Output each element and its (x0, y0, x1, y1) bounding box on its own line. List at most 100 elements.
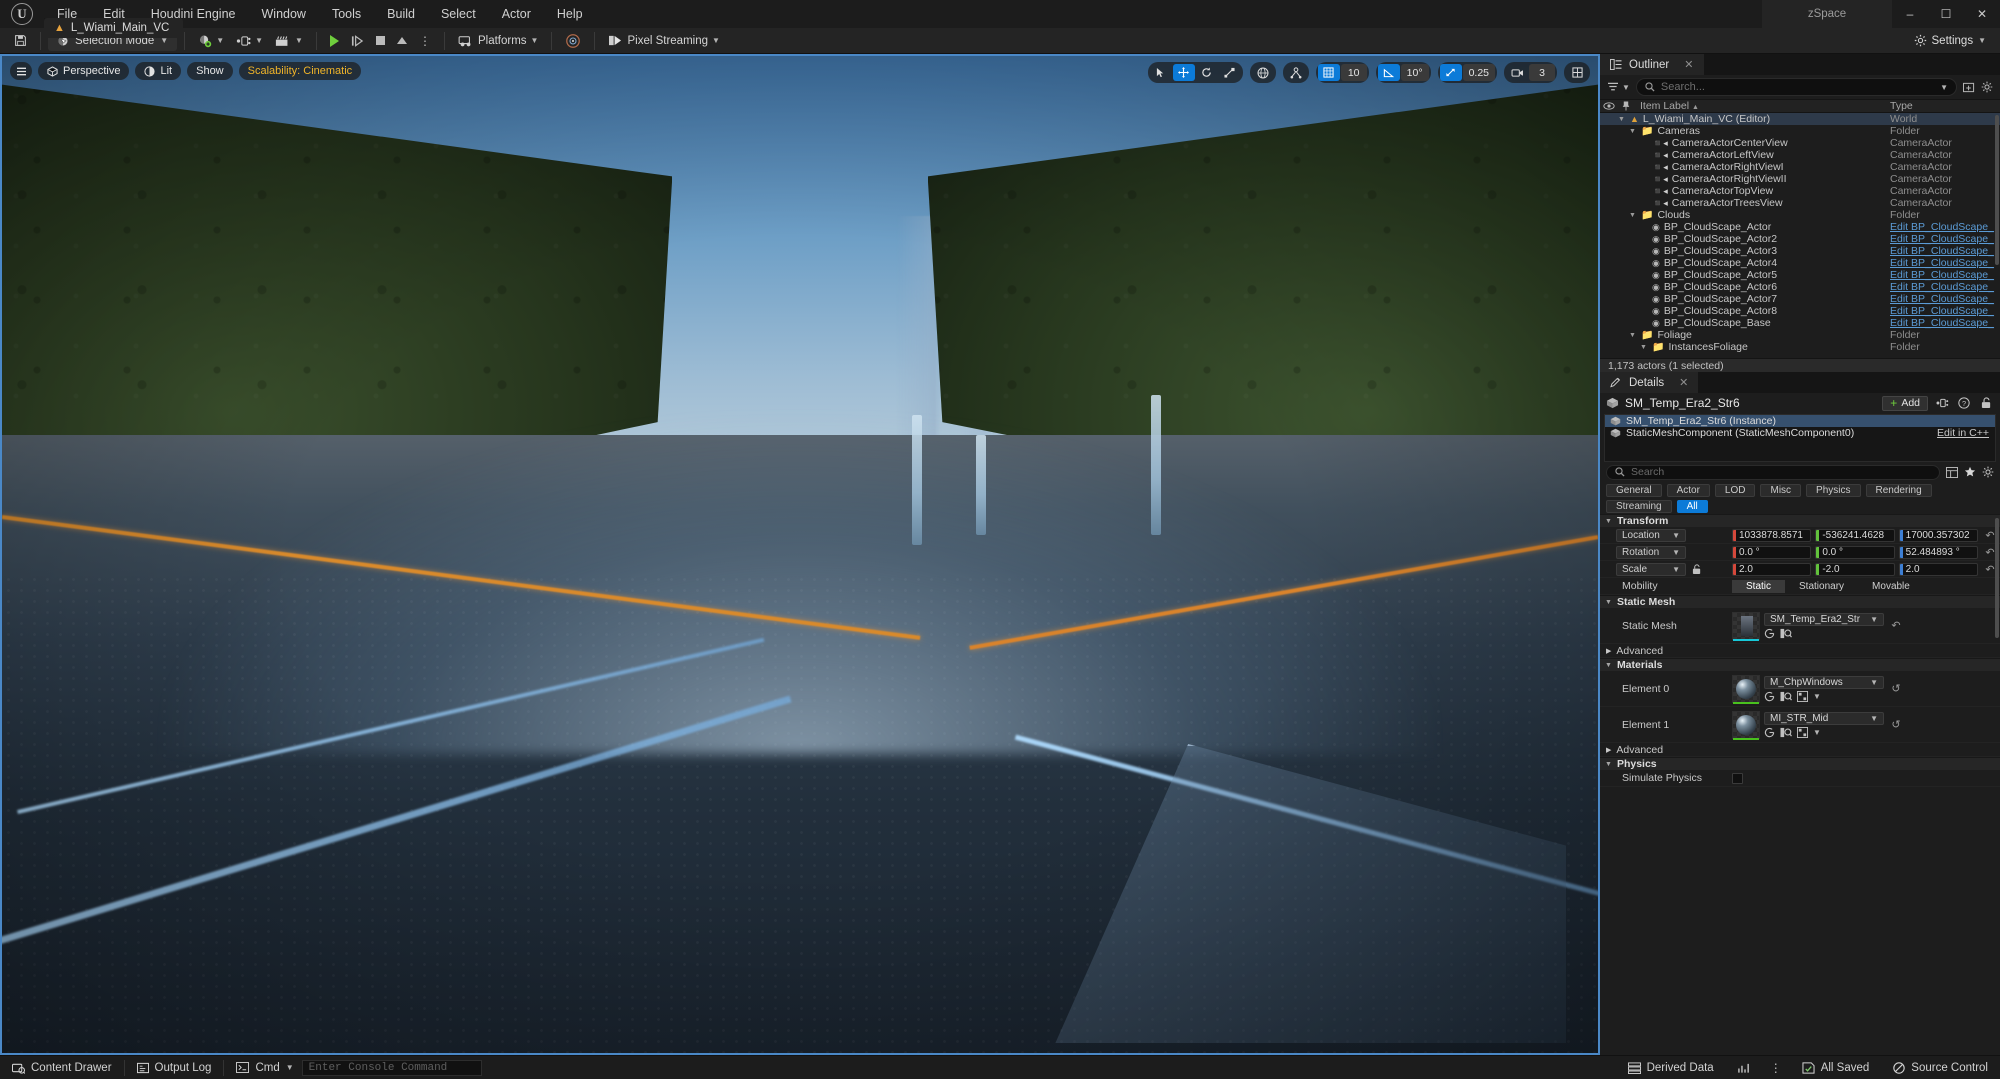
stats-button[interactable] (1726, 1056, 1762, 1079)
cmd-dropdown[interactable]: Cmd ▼ (224, 1056, 297, 1079)
component-list[interactable]: SM_Temp_Era2_Str6 (Instance) StaticMeshCo… (1604, 414, 1996, 462)
material-reset-icon[interactable]: ↺ (1888, 718, 1904, 731)
scale-x-field[interactable]: 2.0 (1732, 562, 1812, 576)
expand-arrow-icon[interactable]: ▼ (1628, 212, 1637, 219)
menu-item-build[interactable]: Build (374, 0, 428, 28)
material-options-icon[interactable] (1797, 690, 1808, 702)
settings-button[interactable]: Settings ▼ (1908, 30, 1992, 51)
filter-chip-rendering[interactable]: Rendering (1865, 484, 1932, 497)
outliner-row-type[interactable]: Edit BP_CloudScape_ (1890, 305, 2000, 317)
use-selected-asset-icon[interactable] (1780, 691, 1792, 702)
level-tab[interactable]: ▲ L_Wiami_Main_VC (44, 18, 184, 38)
expand-arrow-icon[interactable]: ▼ (1639, 164, 1648, 171)
edit-in-cpp-link[interactable]: Edit in C++ (1937, 427, 1989, 439)
section-physics[interactable]: ▼ Physics (1600, 757, 2000, 770)
settings-gear-icon[interactable] (1982, 466, 1994, 478)
column-header-type[interactable]: Type (1890, 100, 2000, 112)
outliner-row[interactable]: ▼ 📁 InstancesFoliage Folder (1600, 341, 2000, 353)
viewport-render[interactable] (2, 56, 1598, 1053)
outliner-row-type[interactable]: Edit BP_CloudScape_ (1890, 245, 2000, 257)
menu-item-actor[interactable]: Actor (489, 0, 544, 28)
menu-item-help[interactable]: Help (544, 0, 596, 28)
expand-arrow-icon[interactable]: ▼ (1628, 332, 1637, 339)
camera-speed-button[interactable] (1506, 64, 1528, 81)
minimize-button[interactable]: – (1892, 0, 1928, 28)
stop-button[interactable] (370, 30, 391, 51)
expand-arrow-icon[interactable]: ▼ (1628, 128, 1637, 135)
section-transform[interactable]: ▼ Transform (1600, 514, 2000, 527)
grid-snap-button[interactable] (1317, 64, 1340, 81)
column-layout-icon[interactable] (1946, 466, 1958, 478)
filter-chip-streaming[interactable]: Streaming (1606, 500, 1672, 513)
outliner-tree[interactable]: ▼ ▲ L_Wiami_Main_VC (Editor) World ▼ 📁 Cameras… (1600, 113, 2000, 358)
scale-dropdown[interactable]: Scale ▼ (1616, 562, 1686, 576)
outliner-filter-button[interactable]: ▼ (1607, 82, 1630, 92)
expand-arrow-icon[interactable]: ▼ (1639, 284, 1648, 291)
outliner-row[interactable]: ▼ ◉BP_CloudScape_Actor8 Edit BP_CloudScape… (1600, 305, 2000, 317)
outliner-row[interactable]: ▼ 📁 Foliage Folder (1600, 329, 2000, 341)
expand-arrow-icon[interactable]: ▼ (1639, 200, 1648, 207)
mobility-static[interactable]: Static (1732, 579, 1786, 593)
expand-arrow-icon[interactable]: ▼ (1639, 260, 1648, 267)
view-perspective-button[interactable]: Perspective (38, 62, 130, 80)
material-thumbnail[interactable] (1732, 674, 1760, 704)
filter-chip-physics[interactable]: Physics (1806, 484, 1861, 497)
component-row[interactable]: StaticMeshComponent (StaticMeshComponent… (1605, 427, 1995, 439)
details-properties[interactable]: ▼ Transform Location ▼ 1033878.8571 -536… (1600, 514, 2000, 1055)
material-thumbnail[interactable] (1732, 710, 1760, 740)
details-scrollbar[interactable] (1995, 518, 1999, 638)
rotate-tool-button[interactable] (1196, 64, 1218, 81)
scale-lock-icon[interactable] (1692, 563, 1702, 575)
location-y-field[interactable]: -536241.4628 (1815, 528, 1895, 542)
outliner-row[interactable]: ▼ ◉BP_CloudScape_Actor7 Edit BP_CloudScape… (1600, 293, 2000, 305)
filter-chip-lod[interactable]: LOD (1714, 484, 1756, 497)
maximize-button[interactable]: ☐ (1928, 0, 1964, 28)
unlocked-icon[interactable] (1978, 396, 1994, 411)
outliner-row[interactable]: ▼ ◉BP_CloudScape_Actor4 Edit BP_CloudScape… (1600, 257, 2000, 269)
material-reset-icon[interactable]: ↺ (1888, 682, 1904, 695)
outliner-row[interactable]: ▼ ◾◂CameraActorTreesView CameraActor (1600, 197, 2000, 209)
scale-snap-value[interactable]: 0.25 (1462, 64, 1495, 81)
outliner-row[interactable]: ▼ ◾◂CameraActorLeftView CameraActor (1600, 149, 2000, 161)
source-control-button[interactable]: Source Control (1881, 1056, 2000, 1079)
status-more-button[interactable]: ⋮ (1762, 1056, 1790, 1079)
scale-tool-button[interactable] (1219, 64, 1241, 81)
cinematics-button[interactable]: ▼ (269, 30, 309, 51)
derived-data-button[interactable]: Derived Data (1616, 1056, 1726, 1079)
mobility-stationary[interactable]: Stationary (1785, 580, 1858, 593)
view-mode-button[interactable]: Lit (135, 62, 182, 80)
grid-snap-value[interactable]: 10 (1340, 64, 1367, 81)
select-tool-button[interactable] (1150, 64, 1172, 81)
close-icon[interactable]: ✕ (1679, 376, 1688, 389)
static-mesh-thumbnail[interactable] (1732, 611, 1760, 641)
add-component-button[interactable]: + Add (1882, 395, 1928, 411)
scale-z-field[interactable]: 2.0 (1898, 562, 1978, 576)
help-icon[interactable]: ? (1956, 396, 1972, 411)
scalability-button[interactable]: Scalability: Cinematic (238, 62, 362, 80)
add-actor-button[interactable]: ▼ (192, 30, 230, 51)
outliner-scrollbar[interactable] (1995, 115, 1999, 265)
browse-to-asset-icon[interactable] (1764, 727, 1775, 738)
outliner-row[interactable]: ▼ ◾◂CameraActorRightViewII CameraActor (1600, 173, 2000, 185)
outliner-row-type[interactable]: Edit BP_CloudScape_ (1890, 293, 2000, 305)
outliner-row[interactable]: ▼ ◾◂CameraActorCenterView CameraActor (1600, 137, 2000, 149)
output-log-button[interactable]: Output Log (125, 1056, 224, 1079)
expand-arrow-icon[interactable]: ▼ (1639, 152, 1648, 159)
surface-snapping-button[interactable] (1285, 64, 1307, 81)
static-mesh-dropdown[interactable]: SM_Temp_Era2_Str ▼ (1764, 612, 1884, 626)
outliner-row[interactable]: ▼ ◾◂CameraActorRightViewI CameraActor (1600, 161, 2000, 173)
expand-arrow-icon[interactable]: ▼ (1639, 176, 1648, 183)
details-tab[interactable]: Details ✕ (1600, 372, 1699, 393)
console-command-input-wrap[interactable] (301, 1059, 482, 1076)
chevron-down-icon[interactable]: ▼ (1813, 692, 1821, 701)
static-mesh-reset-icon[interactable]: ↶ (1888, 619, 1904, 632)
outliner-row[interactable]: ▼ 📁 Cameras Folder (1600, 125, 2000, 137)
outliner-row[interactable]: ▼ ◾◂CameraActorTopView CameraActor (1600, 185, 2000, 197)
content-drawer-button[interactable]: Content Drawer (0, 1056, 124, 1079)
expand-arrow-icon[interactable]: ▼ (1639, 248, 1648, 255)
outliner-tab[interactable]: Outliner ✕ (1600, 54, 1704, 75)
component-row[interactable]: SM_Temp_Era2_Str6 (Instance) (1605, 415, 1995, 427)
rotation-y-field[interactable]: 0.0 ° (1815, 545, 1895, 559)
level-viewport[interactable]: Perspective Lit Show Scalability: Cinema… (0, 54, 1600, 1055)
expand-arrow-icon[interactable]: ▼ (1639, 344, 1648, 351)
